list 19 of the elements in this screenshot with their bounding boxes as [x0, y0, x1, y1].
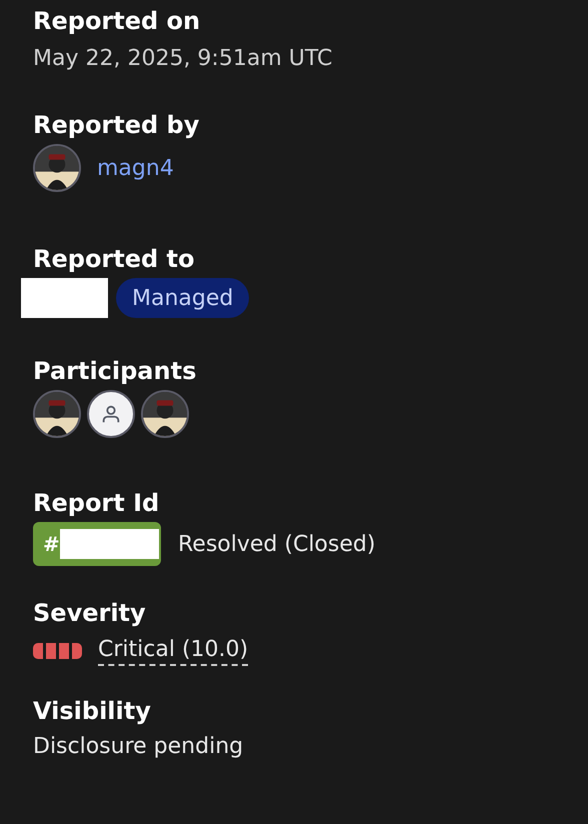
date-text: May 22, 2025, 9:51am UTC [33, 45, 334, 73]
avatar[interactable] [87, 390, 135, 438]
avatar[interactable] [33, 390, 81, 438]
field-label: Reported by [33, 110, 200, 140]
severity-rating[interactable]: Critical (10.0) [98, 636, 248, 666]
visibility-text: Disclosure pending [33, 733, 244, 761]
field-label: Reported on [33, 6, 202, 36]
field-label: Participants [33, 356, 198, 386]
managed-badge: Managed [116, 278, 250, 318]
username-link[interactable]: magn4 [97, 152, 174, 184]
field-label: Report Id [33, 488, 160, 518]
hash-text: # [43, 531, 60, 558]
status-text: Resolved (Closed) [178, 530, 376, 558]
person-icon [100, 403, 122, 425]
field-label: Visibility [33, 696, 152, 726]
avatar[interactable] [141, 390, 189, 438]
avatar[interactable] [33, 144, 81, 192]
field-label: Severity [33, 598, 147, 628]
field-label: Reported to [33, 244, 196, 274]
